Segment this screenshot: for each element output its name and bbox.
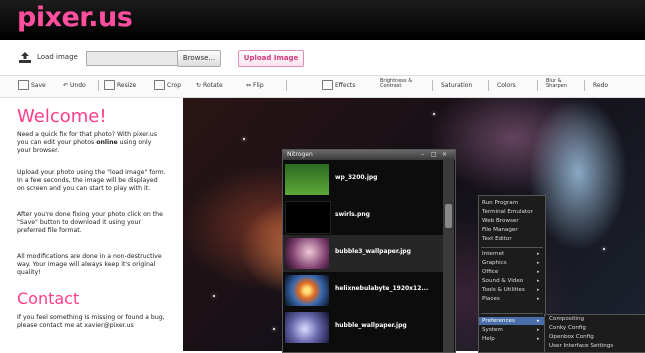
- wallpaper-thumbnail: [285, 275, 329, 306]
- menu-item-graphics[interactable]: Graphics: [482, 260, 507, 266]
- rotate-icon: ↻: [196, 81, 202, 89]
- nitrogen-scrollbar[interactable]: [443, 160, 454, 352]
- crop-icon: [154, 80, 165, 90]
- resize-tool[interactable]: Resize: [104, 79, 136, 91]
- wallpaper-item[interactable]: swirls.png: [283, 198, 443, 235]
- menu-item-text-editor[interactable]: Text Editor: [482, 236, 512, 242]
- contact-heading: Contact: [17, 289, 80, 308]
- wallpaper-filename: bubble3_wallpaper.jpg: [335, 248, 411, 255]
- submenu-item-conky-config[interactable]: Conky Config: [549, 325, 586, 331]
- minimize-icon[interactable]: –: [421, 151, 424, 158]
- menu-item-internet[interactable]: Internet: [482, 251, 504, 257]
- menu-item-file-manager[interactable]: File Manager: [482, 227, 518, 233]
- close-icon[interactable]: ×: [442, 151, 447, 158]
- wallpaper-filename: swirls.png: [335, 211, 370, 218]
- browse-button[interactable]: Browse...: [177, 50, 221, 67]
- wallpaper-thumbnail: [285, 201, 331, 234]
- wallpaper-thumbnail: [285, 238, 329, 269]
- redo-tool[interactable]: Redo: [593, 79, 608, 91]
- crop-tool[interactable]: Crop: [154, 79, 181, 91]
- rotate-tool[interactable]: ↻ Rotate: [196, 79, 223, 91]
- menu-item-places[interactable]: Places: [482, 296, 500, 302]
- submenu-arrow-icon: ▸: [537, 269, 540, 275]
- menu-separator: [481, 313, 543, 314]
- menu-item-web-browser[interactable]: Web Browser: [482, 218, 519, 224]
- menu-item-preferences[interactable]: Preferences: [482, 318, 515, 324]
- submenu-arrow-icon: ▸: [537, 318, 540, 324]
- undo-tool[interactable]: ↶ Undo: [63, 79, 86, 91]
- openbox-root-menu: Run Program Terminal Emulator Web Browse…: [478, 195, 546, 353]
- wallpaper-item-selected[interactable]: bubble3_wallpaper.jpg: [283, 235, 443, 272]
- menu-item-run-program[interactable]: Run Program: [482, 200, 518, 206]
- menu-item-tools-utilities[interactable]: Tools & Utilities: [482, 287, 525, 293]
- menu-item-help[interactable]: Help: [482, 336, 495, 342]
- menu-item-sound-video[interactable]: Sound & Video: [482, 278, 523, 284]
- wallpaper-item[interactable]: wp_3200.jpg: [283, 161, 443, 198]
- toolbar-divider: [488, 80, 489, 91]
- brightness-contrast-tool[interactable]: Brightness & Contrast: [380, 78, 424, 90]
- intro-paragraph: Need a quick fix for that photo? With pi…: [17, 131, 158, 155]
- upload-instructions: Upload your photo using the "load image"…: [17, 169, 166, 193]
- submenu-item-compositing[interactable]: Compositing: [549, 316, 584, 322]
- resize-icon: [104, 80, 115, 90]
- toolbar-divider: [98, 80, 99, 91]
- submenu-arrow-icon: ▸: [537, 336, 540, 342]
- preferences-submenu: Compositing Conky Config Openbox Config …: [544, 314, 645, 353]
- star: [433, 113, 435, 115]
- toolbar-divider: [432, 80, 433, 91]
- star: [213, 295, 215, 297]
- wallpaper-filename: wp_3200.jpg: [335, 174, 378, 181]
- submenu-arrow-icon: ▸: [537, 296, 540, 302]
- blur-sharpen-tool[interactable]: Blur & Sharpen: [546, 78, 580, 90]
- non-destructive-note: All modifications are done in a non-dest…: [17, 253, 162, 277]
- flip-icon: ⇔: [246, 81, 252, 89]
- menu-item-system[interactable]: System: [482, 327, 503, 333]
- upload-icon: [19, 52, 31, 63]
- save-instructions: After you're done fixing your photo clic…: [17, 211, 163, 235]
- menu-separator: [481, 247, 543, 248]
- menu-item-terminal-emulator[interactable]: Terminal Emulator: [482, 209, 533, 215]
- wallpaper-thumbnail: [285, 312, 329, 343]
- wallpaper-filename: hubble_wallpaper.jpg: [335, 322, 407, 329]
- star: [273, 328, 275, 330]
- nitrogen-scrollbar-thumb[interactable]: [445, 204, 452, 228]
- submenu-arrow-icon: ▸: [537, 287, 540, 293]
- wallpaper-item[interactable]: helixnebulabyte_1920x12...: [283, 272, 443, 309]
- file-path-input[interactable]: [86, 51, 178, 66]
- effects-tool[interactable]: Effects: [322, 79, 355, 91]
- site-logo[interactable]: pixer.us: [17, 2, 133, 33]
- submenu-item-ui-settings[interactable]: User Interface Settings: [549, 343, 613, 349]
- nitrogen-window: Nitrogen – □ × wp_3200.jpg swirls.png bu…: [282, 149, 456, 353]
- wallpaper-filename: helixnebulabyte_1920x12...: [335, 285, 429, 292]
- wallpaper-thumbnail: [285, 164, 329, 195]
- submenu-arrow-icon: ▸: [537, 278, 540, 284]
- load-image-label: Load image: [37, 53, 78, 61]
- save-tool[interactable]: Save: [18, 79, 46, 91]
- save-icon: [18, 80, 29, 90]
- saturation-tool[interactable]: Saturation: [441, 79, 472, 91]
- star: [603, 248, 605, 250]
- effects-icon: [322, 80, 333, 90]
- maximize-icon[interactable]: □: [431, 151, 437, 158]
- colors-tool[interactable]: Colors: [497, 79, 516, 91]
- submenu-arrow-icon: ▸: [537, 327, 540, 333]
- contact-paragraph: If you feel something is missing or foun…: [17, 314, 165, 330]
- menu-item-office[interactable]: Office: [482, 269, 498, 275]
- wallpaper-item[interactable]: hubble_wallpaper.jpg: [283, 309, 443, 346]
- upload-image-button[interactable]: Upload Image: [238, 50, 304, 67]
- toolbar-divider: [584, 80, 585, 91]
- submenu-arrow-icon: ▸: [537, 260, 540, 266]
- welcome-heading: Welcome!: [17, 106, 107, 127]
- submenu-item-openbox-config[interactable]: Openbox Config: [549, 334, 594, 340]
- flip-tool[interactable]: ⇔ Flip: [246, 79, 264, 91]
- star: [243, 138, 245, 140]
- nitrogen-title: Nitrogen: [287, 151, 313, 158]
- submenu-arrow-icon: ▸: [537, 251, 540, 257]
- toolbar-divider: [286, 80, 287, 91]
- toolbar-divider: [537, 80, 538, 91]
- undo-icon: ↶: [63, 81, 69, 89]
